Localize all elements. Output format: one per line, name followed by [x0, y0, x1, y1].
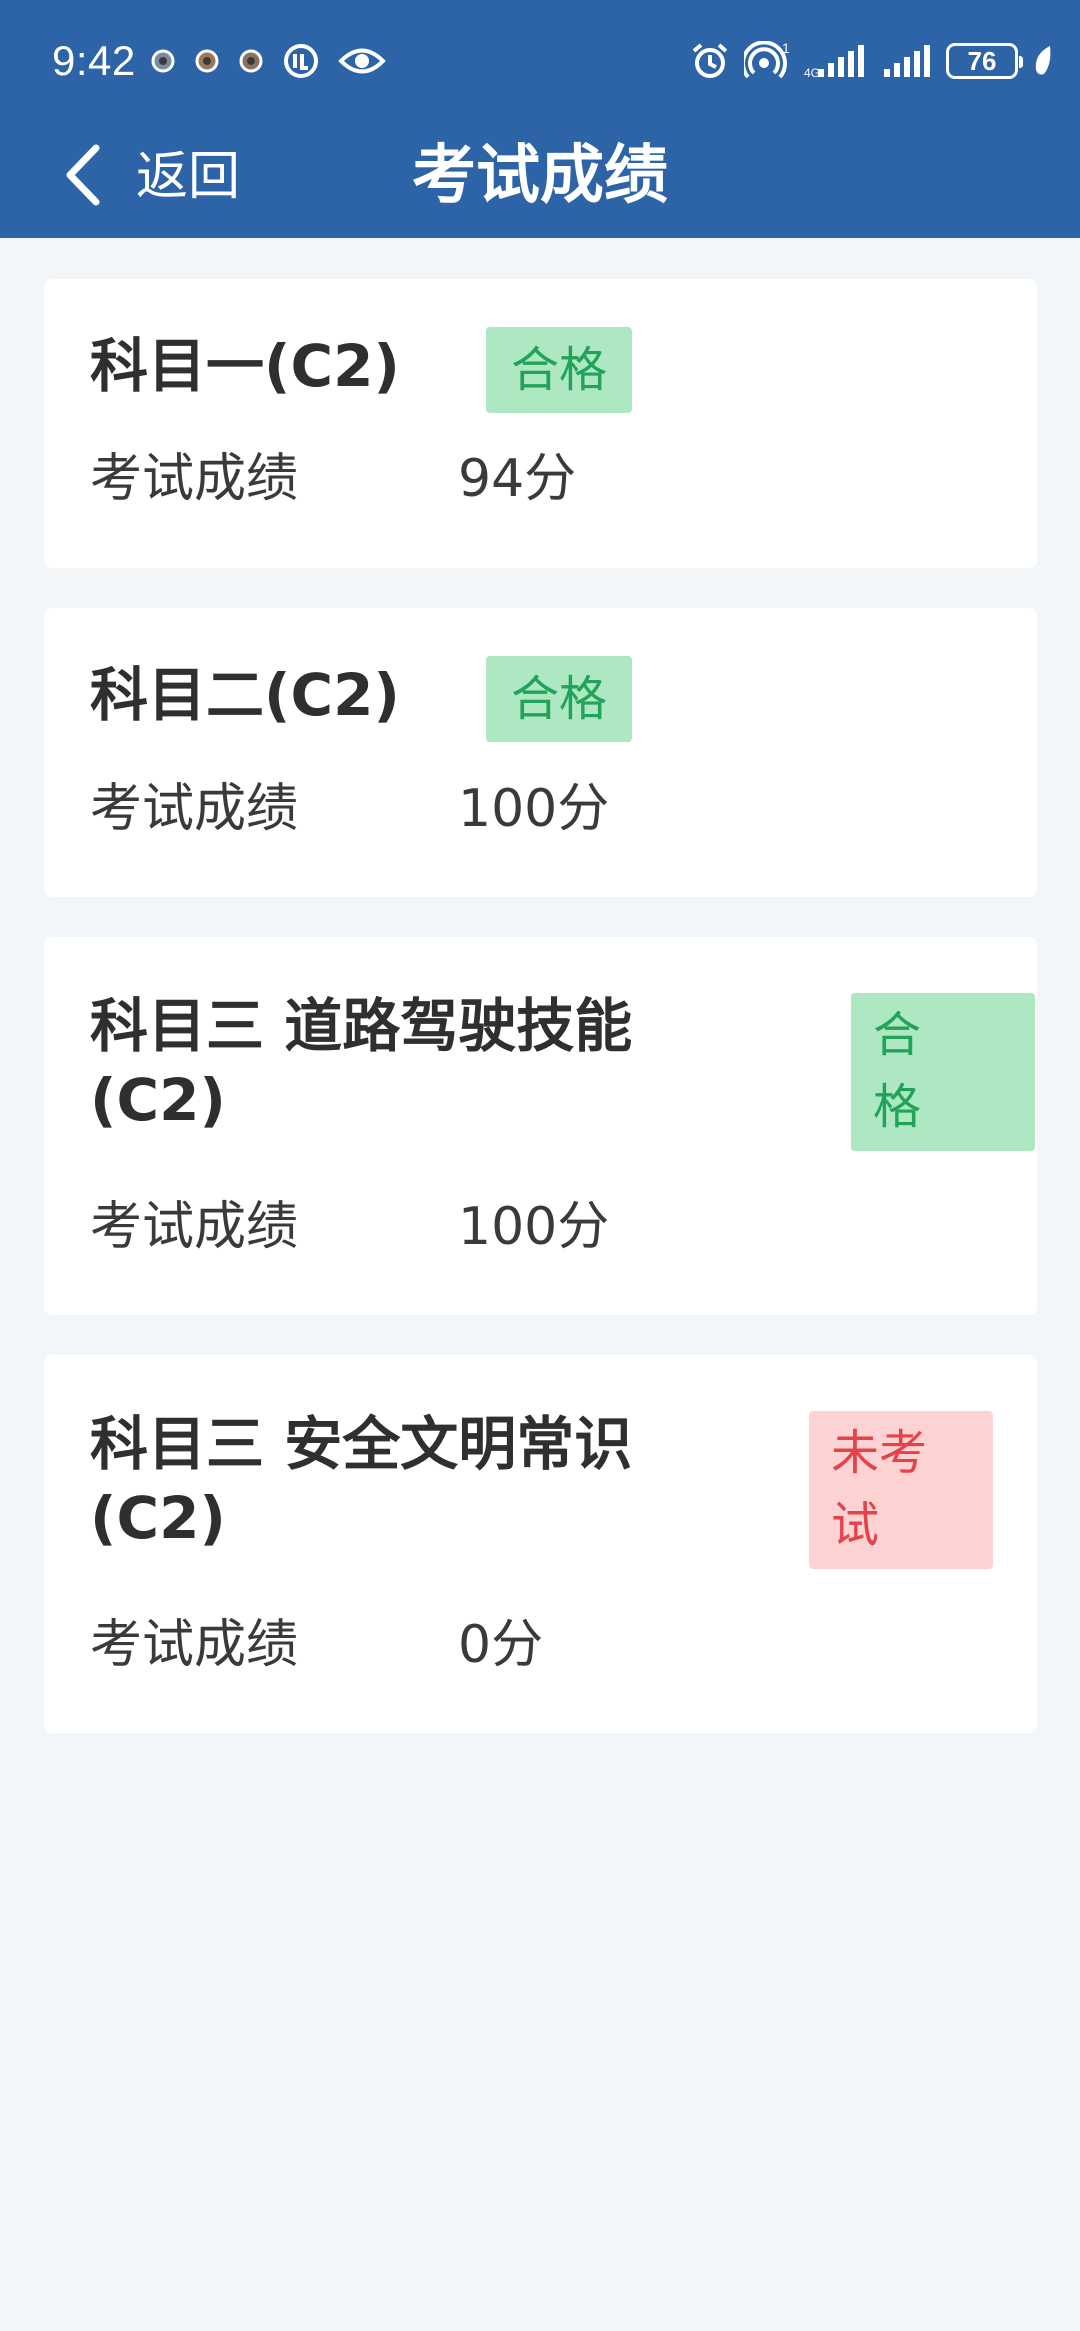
status-badge-line: 试: [831, 1497, 880, 1553]
notification-dot-icon: [238, 48, 264, 74]
exam-card[interactable]: 科目二(C2) 合格 考试成绩 100分: [44, 608, 1037, 897]
status-time: 9:42: [52, 37, 136, 84]
score-value: 100分: [458, 779, 610, 839]
status-badge-line: 合: [873, 1007, 922, 1063]
signal-icon: 4G: [804, 43, 868, 79]
exam-title: 科目二(C2): [90, 661, 400, 729]
alarm-icon: [690, 41, 730, 81]
score-value: 94分: [458, 449, 577, 509]
signal-icon: [882, 43, 932, 79]
status-bar: 9:42 1 4G 76: [0, 0, 1080, 124]
status-badge-line: 未考: [831, 1425, 928, 1481]
exam-title: 科目一(C2): [90, 332, 400, 400]
status-badge: 合 格: [851, 993, 1035, 1151]
status-badge: 合格: [486, 327, 632, 413]
vpn-icon: [282, 42, 320, 80]
status-badge: 未考 试: [809, 1411, 993, 1569]
status-right-icons: 1 4G 76: [690, 36, 1054, 86]
svg-text:1: 1: [782, 41, 790, 56]
status-badge: 合格: [486, 656, 632, 742]
exam-card[interactable]: 科目三 安全文明常识(C2) 未考 试 考试成绩 0分: [44, 1355, 1037, 1733]
nav-bar: 返回 考试成绩: [0, 124, 1080, 238]
exam-card[interactable]: 科目三 道路驾驶技能(C2) 合 格 考试成绩 100分: [44, 937, 1037, 1315]
status-left-icons: [150, 38, 386, 84]
page-title: 考试成绩: [412, 139, 668, 213]
score-label: 考试成绩: [90, 449, 299, 509]
score-label: 考试成绩: [90, 1197, 299, 1257]
notification-dot-icon: [194, 48, 220, 74]
score-value: 0分: [458, 1615, 544, 1675]
eye-icon: [338, 44, 386, 78]
hotspot-icon: 1: [744, 41, 790, 81]
exam-card[interactable]: 科目一(C2) 合格 考试成绩 94分: [44, 279, 1037, 568]
score-label: 考试成绩: [90, 1615, 299, 1675]
leaf-icon: [1032, 44, 1054, 78]
notification-dot-icon: [150, 48, 176, 74]
score-value: 100分: [458, 1197, 610, 1257]
battery-icon: 76: [946, 43, 1023, 79]
score-label: 考试成绩: [90, 779, 299, 839]
svg-text:4G: 4G: [804, 66, 820, 79]
status-badge-line: 格: [873, 1079, 922, 1135]
exam-title: 科目三 安全文明常识(C2): [90, 1410, 633, 1552]
app-header: 9:42 1 4G 76 返回 考试成绩: [0, 0, 1080, 238]
exam-title: 科目三 道路驾驶技能(C2): [90, 992, 633, 1134]
